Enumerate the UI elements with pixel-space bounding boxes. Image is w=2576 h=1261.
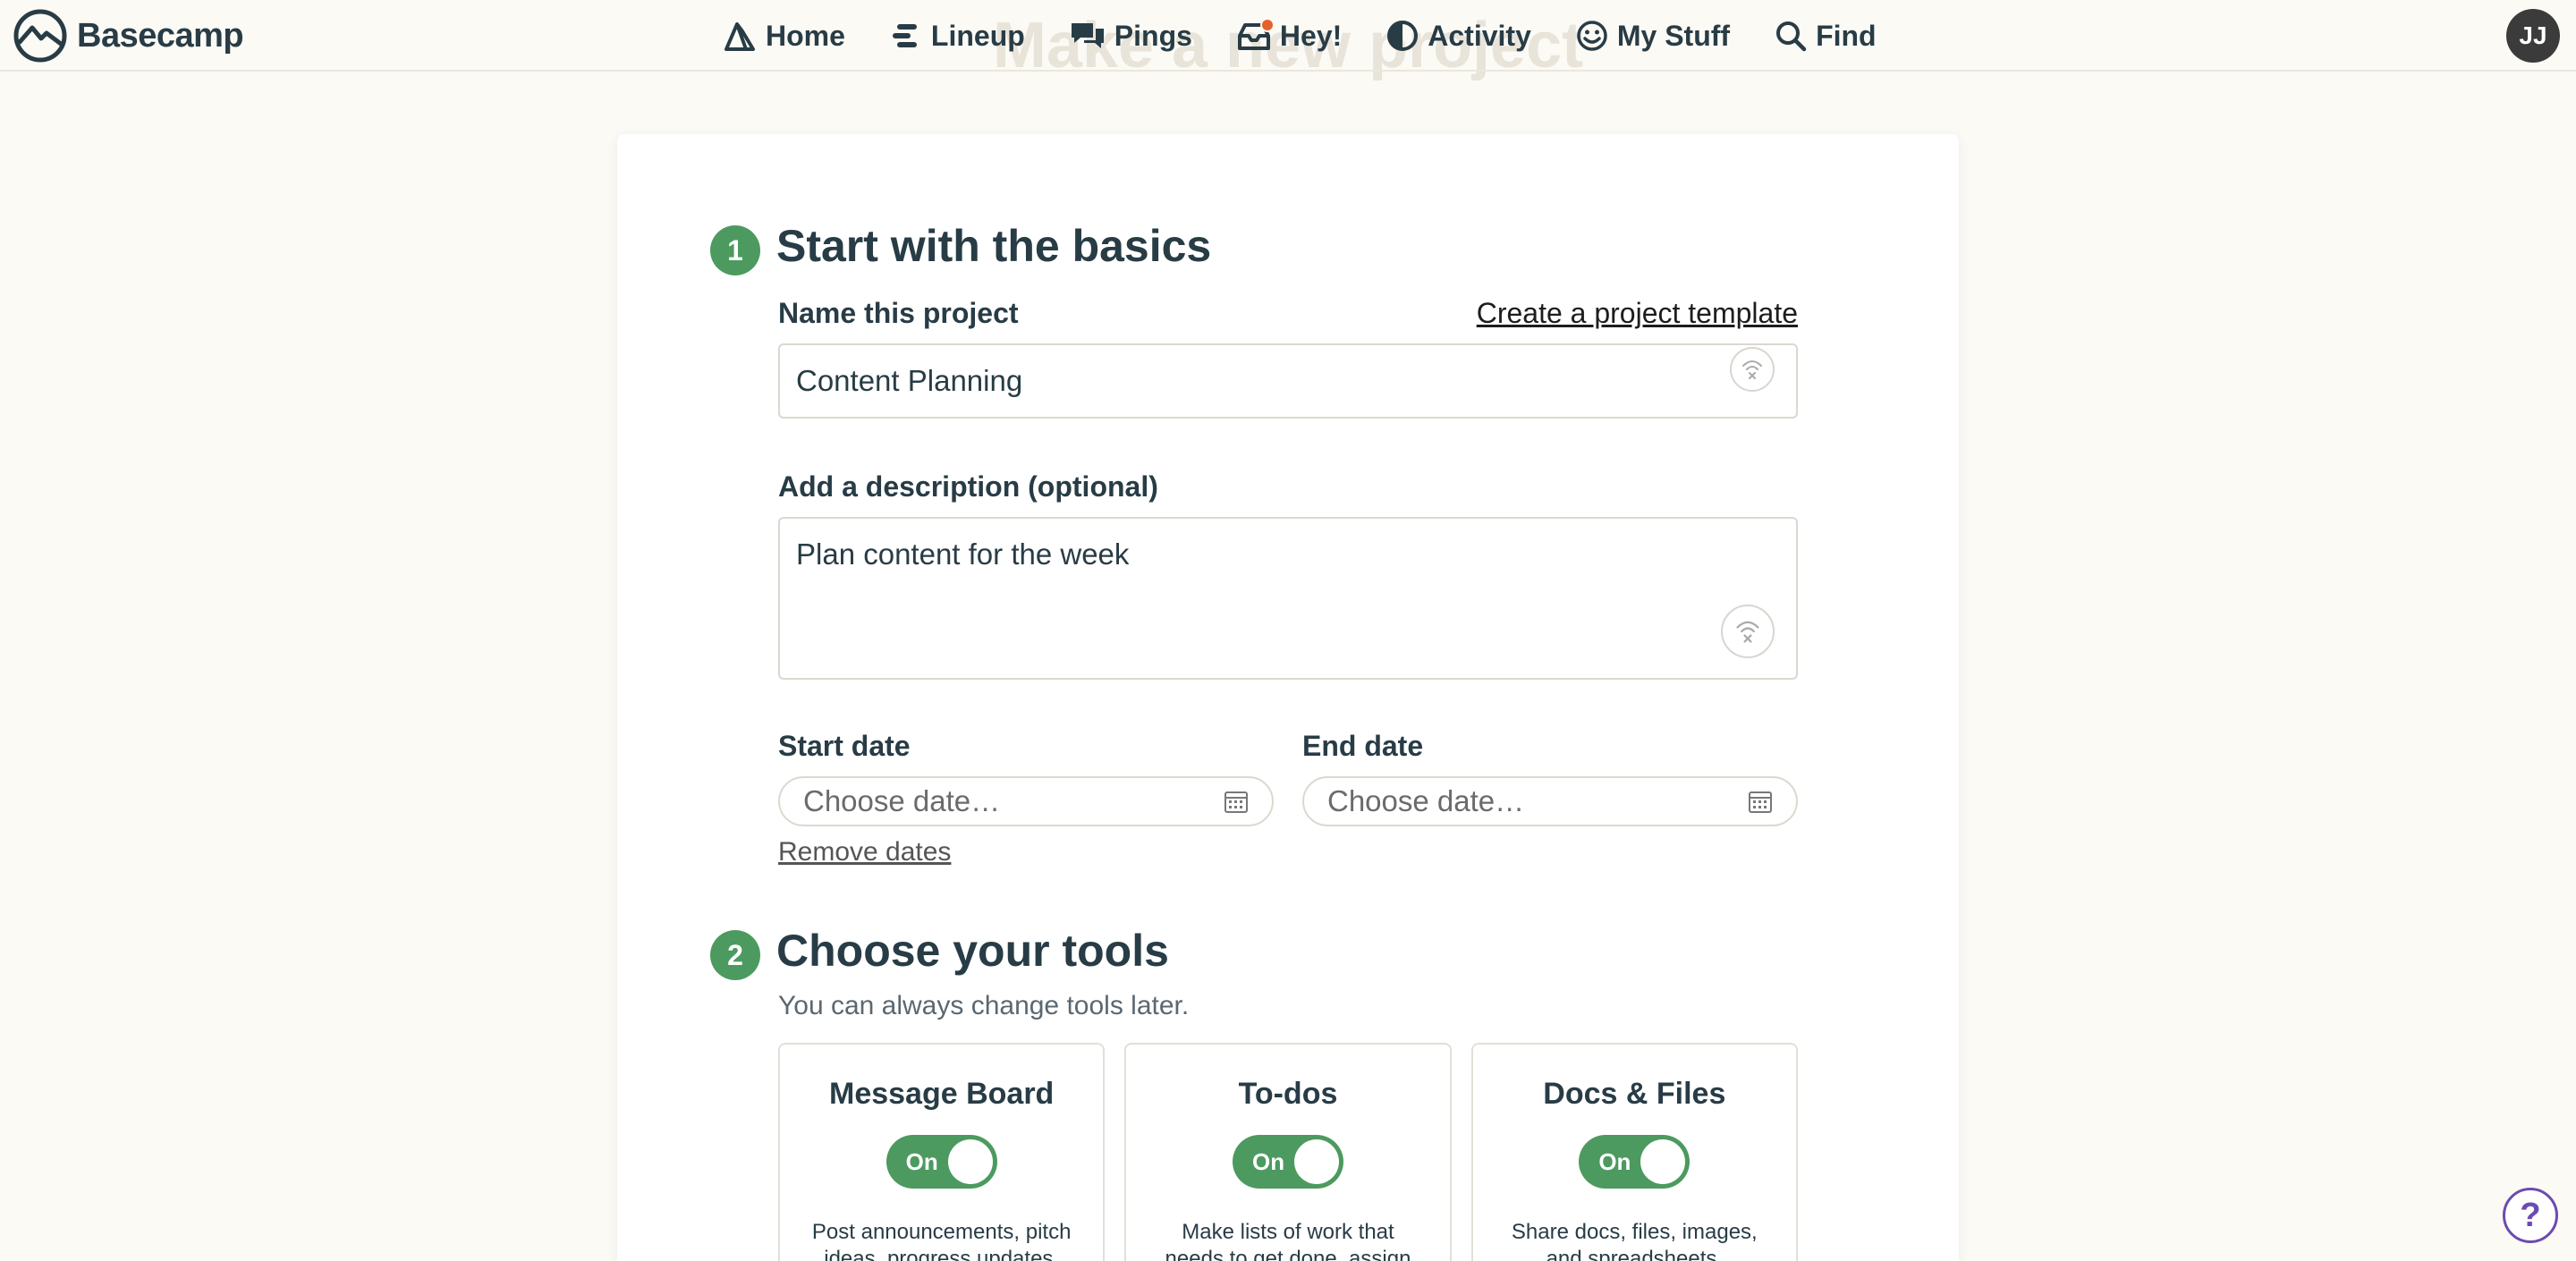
top-nav: Basecamp Home Lineup Pings Hey! Activity… xyxy=(0,0,2576,72)
step-2-heading: Choose your tools xyxy=(776,926,1169,976)
nav-hey[interactable]: Hey! xyxy=(1237,17,1343,53)
tool-title: Docs & Files xyxy=(1543,1077,1726,1111)
message-board-toggle[interactable]: On xyxy=(886,1135,997,1189)
nav-activity-label: Activity xyxy=(1428,19,1531,52)
nav-pings-label: Pings xyxy=(1114,19,1192,52)
nav-my-stuff[interactable]: My Stuff xyxy=(1576,20,1730,53)
toggle-knob xyxy=(947,1139,993,1184)
tool-description: Share docs, files, images, and spreadshe… xyxy=(1511,1220,1758,1261)
pings-icon xyxy=(1071,23,1104,48)
remove-dates-link[interactable]: Remove dates xyxy=(778,837,951,867)
my-stuff-icon xyxy=(1577,21,1607,51)
step-2-badge: 2 xyxy=(710,930,760,980)
nav-home-label: Home xyxy=(766,19,845,52)
end-date-label: End date xyxy=(1302,730,1424,762)
tool-description: Post announcements, pitch ideas, progres… xyxy=(811,1220,1072,1261)
activity-icon xyxy=(1387,21,1419,51)
tool-card-todos: To-dos On Make lists of work that needs … xyxy=(1124,1043,1452,1261)
nav-lineup[interactable]: Lineup xyxy=(890,20,1025,53)
nav-hey-label: Hey! xyxy=(1279,19,1343,52)
start-date-input[interactable]: Choose date… xyxy=(778,776,1274,826)
help-button[interactable]: ? xyxy=(2503,1188,2558,1243)
home-icon xyxy=(724,22,755,51)
tool-title: To-dos xyxy=(1238,1077,1338,1111)
nav-lineup-label: Lineup xyxy=(930,19,1025,52)
step-1-heading: Start with the basics xyxy=(776,221,1212,271)
nav-find-label: Find xyxy=(1816,19,1877,52)
nav-activity[interactable]: Activity xyxy=(1386,20,1531,53)
tool-card-docs-files: Docs & Files On Share docs, files, image… xyxy=(1470,1043,1798,1261)
dictation-icon[interactable] xyxy=(1721,605,1775,658)
nav-pings[interactable]: Pings xyxy=(1070,20,1192,53)
toggle-label: On xyxy=(1251,1148,1285,1175)
nav-find[interactable]: Find xyxy=(1775,20,1877,53)
basecamp-logo[interactable]: Basecamp xyxy=(13,9,244,63)
tool-description: Make lists of work that needs to get don… xyxy=(1165,1220,1411,1261)
create-template-link[interactable]: Create a project template xyxy=(1477,297,1798,330)
tool-card-message-board: Message Board On Post announcements, pit… xyxy=(778,1043,1106,1261)
description-label: Add a description (optional) xyxy=(778,470,1158,503)
brand-name: Basecamp xyxy=(77,16,244,55)
tools-grid: Message Board On Post announcements, pit… xyxy=(778,1043,1798,1261)
nav-my-stuff-label: My Stuff xyxy=(1616,19,1731,52)
dictation-icon[interactable] xyxy=(1730,347,1775,392)
name-label: Name this project xyxy=(778,297,1019,329)
new-project-card: 1 Start with the basics Name this projec… xyxy=(617,134,1959,1261)
avatar[interactable]: JJ xyxy=(2506,9,2560,63)
toggle-label: On xyxy=(905,1148,938,1175)
nav-links: Home Lineup Pings Hey! Activity My Stuff… xyxy=(723,13,1921,59)
calendar-icon xyxy=(1749,791,1772,813)
end-date-placeholder: Choose date… xyxy=(1327,784,1525,817)
toggle-knob xyxy=(1293,1139,1339,1184)
find-icon xyxy=(1776,21,1807,52)
calendar-icon xyxy=(1224,791,1248,813)
toggle-label: On xyxy=(1598,1148,1631,1175)
project-name-input[interactable] xyxy=(778,343,1798,419)
notification-dot xyxy=(1259,17,1275,32)
tool-title: Message Board xyxy=(829,1077,1055,1111)
lineup-icon xyxy=(892,24,917,47)
todos-toggle[interactable]: On xyxy=(1232,1135,1343,1189)
end-date-input[interactable]: Choose date… xyxy=(1302,776,1798,826)
nav-home[interactable]: Home xyxy=(723,19,845,53)
tools-subtext: You can always change tools later. xyxy=(778,991,1190,1020)
start-date-placeholder: Choose date… xyxy=(803,784,1001,817)
toggle-knob xyxy=(1640,1139,1686,1184)
step-1-badge: 1 xyxy=(710,225,760,275)
start-date-label: Start date xyxy=(778,730,911,762)
basecamp-logo-icon xyxy=(13,9,67,63)
description-input[interactable]: Plan content for the week xyxy=(778,517,1798,680)
docs-files-toggle[interactable]: On xyxy=(1579,1135,1690,1189)
